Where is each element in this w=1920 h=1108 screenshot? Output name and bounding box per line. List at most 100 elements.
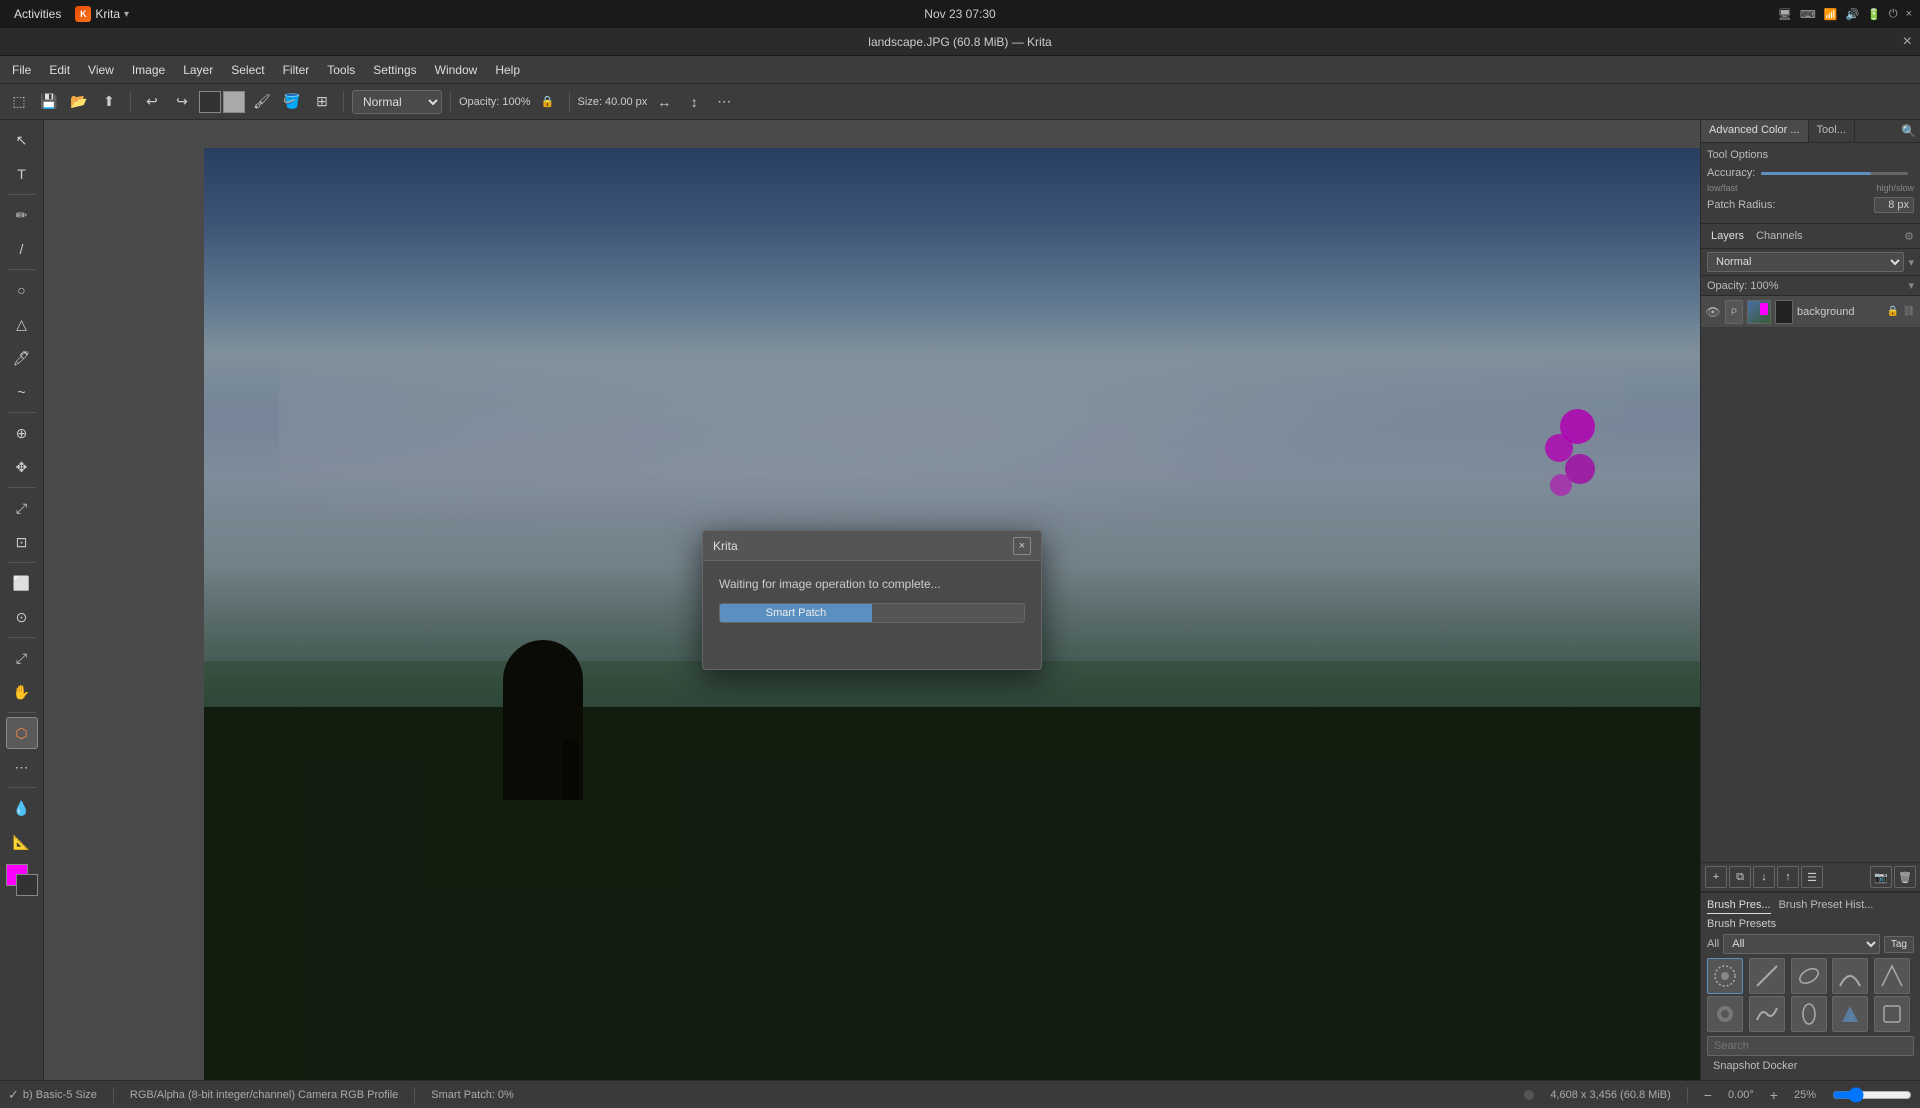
layer-visibility-icon[interactable]: 👁 [1705,304,1721,320]
crop-tool[interactable]: ⊡ [6,526,38,558]
menu-window[interactable]: Window [427,59,486,81]
canvas-content[interactable]: Krita × Waiting for image operation to c… [44,120,1700,1080]
delete-layer-btn[interactable]: 🗑 [1894,866,1916,888]
line-tool[interactable]: / [6,233,38,265]
brush-preset-2[interactable] [1791,958,1827,994]
menu-view[interactable]: View [80,59,122,81]
layers-tab-layers[interactable]: Layers [1707,228,1748,244]
brush-filter-select[interactable]: All [1723,934,1880,954]
ellipse-tool[interactable]: ○ [6,274,38,306]
brush-tag-btn[interactable]: Tag [1884,936,1914,953]
layers-blend-more[interactable]: ▾ [1908,256,1914,269]
fill-tool[interactable]: ⋯ [6,751,38,783]
more-btn[interactable]: ⋯ [711,89,737,115]
calligraphy-tool[interactable]: 🖊 [6,342,38,374]
fill-btn[interactable]: 🪣 [279,89,305,115]
smart-patch-tool[interactable]: ⬡ [6,717,38,749]
brush-preset-7[interactable] [1791,996,1827,1032]
tool-btn-1[interactable]: ⬚ [6,89,32,115]
menu-select[interactable]: Select [223,59,272,81]
cursor-tool[interactable]: ↖ [6,124,38,156]
dialog-close-button[interactable]: × [1013,537,1031,555]
panel-tab-tool[interactable]: Tool... [1809,120,1855,142]
opacity-lock-btn[interactable]: 🔒 [535,89,561,115]
save-btn[interactable]: 💾 [36,89,62,115]
eyedropper-tool[interactable]: 💧 [6,792,38,824]
smudge-tool[interactable]: ~ [6,376,38,408]
brush-preset-1[interactable] [1749,958,1785,994]
brush-preset-6[interactable] [1749,996,1785,1032]
opacity-more-btn[interactable]: ▾ [1908,279,1914,292]
zoom-slider[interactable] [1832,1087,1912,1103]
canvas-area: ↺ 20201023_194611.jpg * × ↺ krita-mask-s… [44,120,1700,1080]
assistant-tool[interactable]: 📐 [6,826,38,858]
brush-preset-4[interactable] [1874,958,1910,994]
pan-tool[interactable]: ✋ [6,676,38,708]
text-tool[interactable]: T [6,158,38,190]
zoom-out-btn[interactable]: − [1704,1087,1712,1103]
patch-radius-row: Patch Radius: 8 px [1707,197,1914,213]
clone-tool[interactable]: ⊕ [6,417,38,449]
window-close-btn[interactable]: × [1906,8,1912,20]
copy-layer-btn[interactable]: ⧉ [1729,866,1751,888]
background-swatch[interactable] [16,874,38,896]
brush-history-tab[interactable]: Brush Preset Hist... [1779,897,1874,914]
layer-item-background[interactable]: 👁 P background 🔒 ⛓ [1701,296,1920,328]
color-swatch-light[interactable] [223,91,245,113]
camera-btn[interactable]: 📷 [1870,866,1892,888]
panel-search-icon[interactable]: 🔍 [1897,120,1920,142]
menu-settings[interactable]: Settings [365,59,424,81]
accuracy-slider[interactable] [1761,172,1908,175]
redo-btn[interactable]: ↪ [169,89,195,115]
brush-presets-tab[interactable]: Brush Pres... [1707,897,1771,914]
panel-tab-advanced-color[interactable]: Advanced Color ... [1701,120,1809,142]
menu-tools[interactable]: Tools [319,59,363,81]
transform-tool[interactable]: ⤢ [6,492,38,524]
brush-preset-9[interactable] [1874,996,1910,1032]
color-swatch-dark[interactable] [199,91,221,113]
move-layer-up-btn[interactable]: ↑ [1777,866,1799,888]
brush-btn[interactable]: 🖌 [249,89,275,115]
undo-btn[interactable]: ↩ [139,89,165,115]
export-btn[interactable]: ⬆ [96,89,122,115]
grid-btn[interactable]: ⊞ [309,89,335,115]
window-close-button[interactable]: × [1903,33,1912,51]
zoom-tool[interactable]: ⤢ [6,642,38,674]
hint-left: low/fast [1707,183,1738,193]
layer-lock-btn[interactable]: 🔒 [1886,305,1900,319]
freehand-sel-tool[interactable]: ⊙ [6,601,38,633]
rect-sel-tool[interactable]: ⬜ [6,567,38,599]
layers-blend-select[interactable]: Normal Multiply Screen [1707,252,1904,272]
move-layer-down-btn[interactable]: ↓ [1753,866,1775,888]
brush-preset-8[interactable] [1832,996,1868,1032]
menu-edit[interactable]: Edit [41,59,78,81]
layers-tab-channels[interactable]: Channels [1752,228,1806,244]
add-layer-btn[interactable]: + [1705,866,1727,888]
polygon-tool[interactable]: △ [6,308,38,340]
menu-image[interactable]: Image [124,59,173,81]
layers-opacity-row: Opacity: 100% ▾ [1701,276,1920,296]
mirror-h-btn[interactable]: ↔ [651,89,677,115]
brush-preset-5[interactable] [1707,996,1743,1032]
power-icon[interactable]: ⏻ [1889,8,1898,21]
mirror-v-btn[interactable]: ↕ [681,89,707,115]
menu-layer[interactable]: Layer [175,59,221,81]
layer-props-btn[interactable]: ☰ [1801,866,1823,888]
activities-button[interactable]: Activities [8,5,67,23]
status-operation: Smart Patch: 0% [431,1089,514,1101]
menu-filter[interactable]: Filter [275,59,318,81]
zoom-in-btn[interactable]: + [1770,1087,1778,1103]
brush-search-input[interactable] [1707,1036,1914,1056]
move-tool[interactable]: ✥ [6,451,38,483]
layer-chain-btn[interactable]: ⛓ [1902,305,1916,319]
blend-mode-select[interactable]: Normal Multiply Screen [352,90,442,114]
open-btn[interactable]: 📂 [66,89,92,115]
menu-help[interactable]: Help [487,59,528,81]
layers-settings-btn[interactable]: ⚙ [1904,230,1914,243]
freehand-tool[interactable]: ✏ [6,199,38,231]
brush-preset-0[interactable] [1707,958,1743,994]
patch-radius-value[interactable]: 8 px [1874,197,1914,213]
brush-preset-3[interactable] [1832,958,1868,994]
krita-dropdown-icon[interactable]: ▾ [124,9,129,20]
menu-file[interactable]: File [4,59,39,81]
